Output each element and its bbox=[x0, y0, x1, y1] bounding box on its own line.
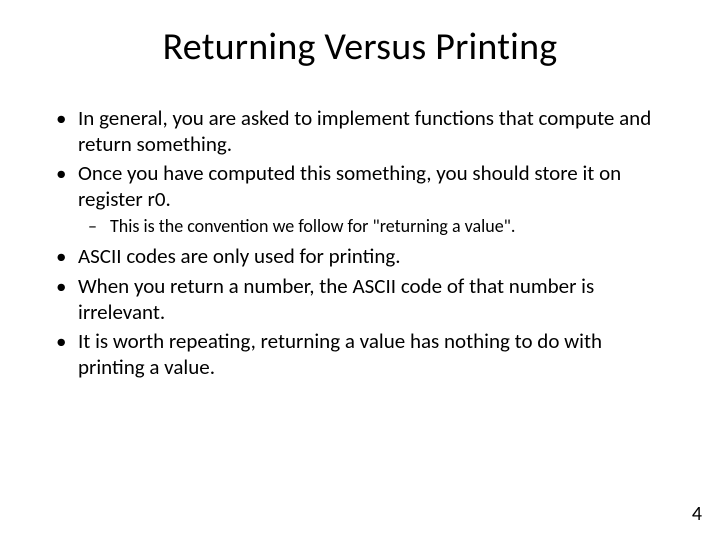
page-number: 4 bbox=[692, 502, 702, 526]
list-item: When you return a number, the ASCII code… bbox=[48, 274, 672, 325]
list-item: Once you have computed this something, y… bbox=[48, 161, 672, 238]
list-item: In general, you are asked to implement f… bbox=[48, 106, 672, 157]
sub-list: This is the convention we follow for "re… bbox=[78, 216, 672, 238]
slide-title: Returning Versus Printing bbox=[48, 24, 672, 70]
list-item-text: Once you have computed this something, y… bbox=[78, 160, 621, 212]
sub-list-item: This is the convention we follow for "re… bbox=[78, 216, 672, 238]
list-item: ASCII codes are only used for printing. bbox=[48, 244, 672, 270]
bullet-list: In general, you are asked to implement f… bbox=[48, 106, 672, 380]
list-item: It is worth repeating, returning a value… bbox=[48, 329, 672, 380]
slide: Returning Versus Printing In general, yo… bbox=[0, 0, 720, 540]
